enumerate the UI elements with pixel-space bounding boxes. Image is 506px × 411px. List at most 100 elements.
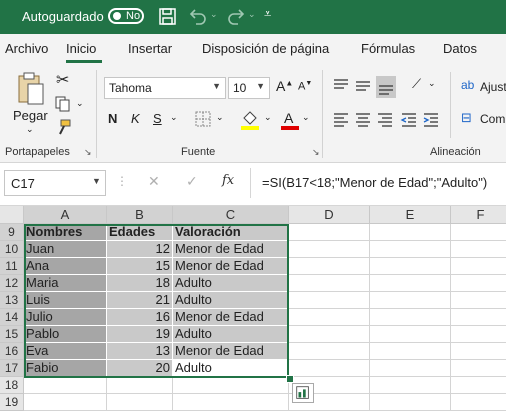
underline-button[interactable]: S — [153, 111, 162, 126]
tab-archivo[interactable]: Archivo — [5, 41, 48, 56]
cell[interactable] — [451, 241, 506, 258]
column-header[interactable]: C — [173, 206, 289, 224]
align-middle-icon[interactable] — [354, 76, 372, 94]
cell[interactable] — [370, 292, 451, 309]
italic-button[interactable]: K — [131, 111, 140, 126]
row-header[interactable]: 10 — [0, 241, 24, 258]
tab-datos[interactable]: Datos — [443, 41, 477, 56]
row-header[interactable]: 11 — [0, 258, 24, 275]
cell[interactable] — [370, 241, 451, 258]
cell[interactable]: Menor de Edad — [173, 241, 289, 258]
cell[interactable] — [24, 377, 107, 394]
wrap-text-icon[interactable]: ab — [461, 78, 474, 92]
row-header[interactable]: 17 — [0, 360, 24, 377]
cell[interactable] — [289, 343, 370, 360]
font-color-icon[interactable]: A — [280, 108, 300, 130]
clipboard-launcher-icon[interactable]: ↘ — [84, 147, 92, 158]
copy-dropdown-icon[interactable]: ⌄ — [76, 98, 84, 109]
enter-icon[interactable]: ✓ — [186, 173, 198, 190]
row-header[interactable]: 15 — [0, 326, 24, 343]
cell[interactable]: Luis — [24, 292, 107, 309]
borders-dropdown-icon[interactable]: ⌄ — [216, 112, 224, 123]
merge-center-label[interactable]: Com — [480, 112, 505, 126]
tab-formulas[interactable]: Fórmulas — [361, 41, 415, 56]
column-header[interactable]: B — [107, 206, 173, 224]
column-header[interactable]: F — [451, 206, 506, 224]
font-launcher-icon[interactable]: ↘ — [312, 147, 320, 158]
cell[interactable]: 13 — [107, 343, 173, 360]
row-header[interactable]: 19 — [0, 394, 24, 411]
cell[interactable]: Menor de Edad — [173, 309, 289, 326]
cell[interactable] — [451, 343, 506, 360]
row-header[interactable]: 18 — [0, 377, 24, 394]
undo-dropdown-icon[interactable]: ⌄ — [210, 9, 218, 20]
align-top-icon[interactable] — [332, 76, 350, 94]
cell[interactable] — [451, 309, 506, 326]
cell[interactable] — [289, 326, 370, 343]
borders-icon[interactable] — [194, 110, 212, 128]
row-header[interactable]: 9 — [0, 224, 24, 241]
cell[interactable] — [370, 326, 451, 343]
cell[interactable]: Adulto — [173, 292, 289, 309]
cell[interactable]: 20 — [107, 360, 173, 377]
cell[interactable] — [173, 377, 289, 394]
cell[interactable] — [173, 394, 289, 411]
column-header[interactable]: D — [289, 206, 370, 224]
orientation-dropdown-icon[interactable]: ⌄ — [428, 78, 436, 89]
cell[interactable]: 15 — [107, 258, 173, 275]
redo-icon[interactable] — [226, 8, 246, 26]
font-color-dropdown-icon[interactable]: ⌄ — [302, 112, 310, 123]
cell[interactable]: Adulto — [173, 360, 289, 377]
cell[interactable] — [289, 360, 370, 377]
cell[interactable]: 19 — [107, 326, 173, 343]
cell[interactable]: Menor de Edad — [173, 343, 289, 360]
cell[interactable] — [289, 292, 370, 309]
cell[interactable] — [370, 360, 451, 377]
copy-icon[interactable] — [54, 95, 72, 113]
row-header[interactable]: 16 — [0, 343, 24, 360]
name-box-dropdown-icon[interactable]: ▼ — [92, 176, 101, 186]
tab-disposicion[interactable]: Disposición de página — [202, 41, 329, 56]
column-header[interactable]: E — [370, 206, 451, 224]
cell[interactable] — [289, 258, 370, 275]
cell[interactable]: Eva — [24, 343, 107, 360]
cell[interactable] — [370, 343, 451, 360]
fill-color-icon[interactable] — [240, 108, 260, 130]
increase-font-size-icon[interactable]: A▲ — [276, 78, 293, 94]
align-center-icon[interactable] — [354, 110, 372, 128]
cell[interactable] — [451, 258, 506, 275]
cell[interactable]: Adulto — [173, 326, 289, 343]
formula-bar-grip-icon[interactable]: ⋮ — [116, 174, 128, 188]
select-all-corner[interactable] — [0, 206, 24, 224]
row-header[interactable]: 12 — [0, 275, 24, 292]
underline-dropdown-icon[interactable]: ⌄ — [170, 112, 178, 123]
cell[interactable]: 16 — [107, 309, 173, 326]
cell[interactable] — [107, 377, 173, 394]
cell[interactable]: Maria — [24, 275, 107, 292]
orientation-icon[interactable]: ⟋ — [412, 76, 421, 92]
cell[interactable] — [289, 224, 370, 241]
paste-label[interactable]: Pegar — [13, 108, 48, 123]
customize-toolbar-icon[interactable]: ⩡ — [264, 6, 271, 22]
column-header[interactable]: A — [24, 206, 107, 224]
cell[interactable]: Fabio — [24, 360, 107, 377]
bold-button[interactable]: N — [108, 111, 117, 126]
cell[interactable]: 18 — [107, 275, 173, 292]
name-box[interactable]: C17 — [4, 170, 106, 196]
tab-inicio[interactable]: Inicio — [66, 41, 96, 56]
fill-handle[interactable] — [286, 375, 294, 383]
wrap-text-label[interactable]: Ajust — [480, 80, 506, 94]
cell[interactable] — [107, 394, 173, 411]
cell[interactable] — [289, 275, 370, 292]
cell[interactable] — [451, 326, 506, 343]
cancel-icon[interactable]: ✕ — [148, 173, 160, 190]
tab-insertar[interactable]: Insertar — [128, 41, 172, 56]
cell[interactable]: 12 — [107, 241, 173, 258]
cell[interactable]: Adulto — [173, 275, 289, 292]
font-name-dropdown[interactable]: Tahoma ▼ — [104, 77, 226, 99]
cell[interactable] — [451, 360, 506, 377]
formula-input[interactable]: =SI(B17<18;"Menor de Edad";"Adulto") — [262, 175, 487, 190]
cell[interactable]: Julio — [24, 309, 107, 326]
undo-icon[interactable] — [188, 8, 208, 26]
save-icon[interactable] — [158, 8, 178, 26]
